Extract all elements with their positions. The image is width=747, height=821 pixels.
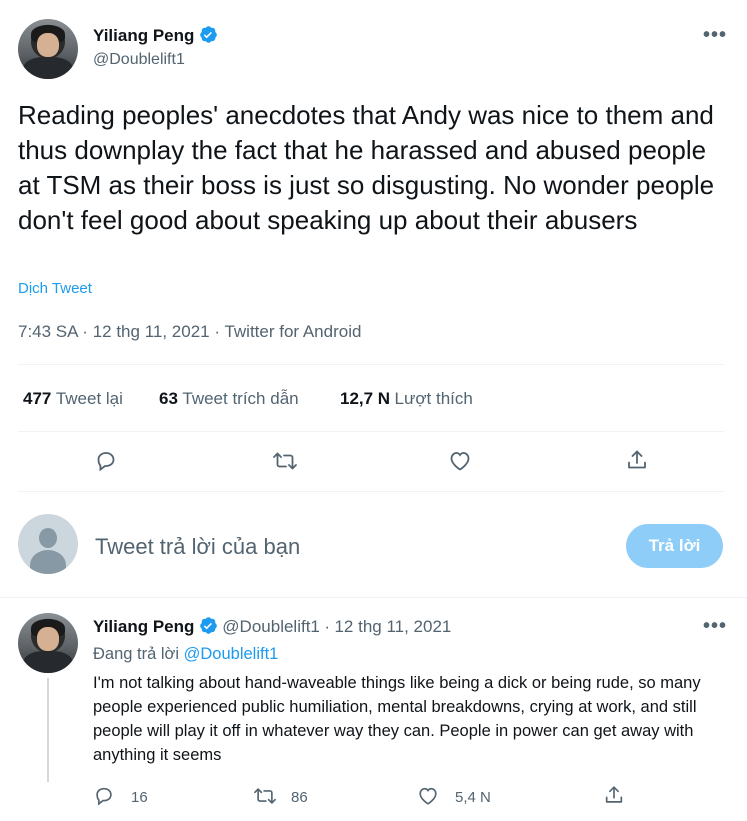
tweet-text: Reading peoples' anecdotes that Andy was… [18, 100, 715, 235]
retweets-stat[interactable]: 477 Tweet lại [23, 389, 123, 409]
like-count: 5,4 N [455, 789, 491, 806]
share-icon[interactable] [625, 448, 649, 472]
reply-more-options-icon[interactable]: ••• [703, 615, 727, 638]
divider [18, 491, 724, 492]
quotes-label: Tweet trích dẫn [182, 389, 299, 408]
tweet-source[interactable]: Twitter for Android [224, 322, 361, 341]
reply-header: Yiliang Peng @Doublelift1 · 12 thg 11, 2… [93, 616, 451, 637]
retweet-icon[interactable] [253, 785, 277, 807]
retweets-count: 477 [23, 389, 52, 408]
reply-icon[interactable] [94, 449, 118, 473]
verified-badge-icon [199, 25, 218, 44]
replying-prefix: Đang trả lời [93, 645, 180, 663]
likes-stat[interactable]: 12,7 N Lượt thích [340, 389, 473, 409]
meta-separator: · [82, 322, 88, 341]
author-avatar[interactable] [18, 19, 78, 79]
quotes-stat[interactable]: 63 Tweet trích dẫn [159, 389, 299, 409]
retweet-icon[interactable] [272, 449, 298, 473]
replying-to: Đang trả lời @Doublelift1 [93, 645, 278, 664]
reply-icon[interactable] [93, 785, 115, 807]
author-handle[interactable]: @Doublelift1 [93, 51, 185, 69]
retweet-count: 86 [291, 789, 308, 806]
quotes-count: 63 [159, 389, 178, 408]
replying-to-link[interactable]: @Doublelift1 [184, 645, 279, 663]
more-options-icon[interactable]: ••• [703, 24, 727, 47]
reply-author-handle[interactable]: @Doublelift1 [222, 617, 320, 636]
reply-button[interactable]: Trả lời [626, 524, 723, 568]
likes-label: Lượt thích [394, 389, 473, 408]
divider [18, 431, 724, 432]
reply-author-name[interactable]: Yiliang Peng [93, 617, 194, 636]
user-avatar-placeholder[interactable] [18, 514, 78, 574]
meta-separator: · [324, 617, 331, 636]
reply-text: I'm not talking about hand-waveable thin… [93, 674, 701, 764]
divider [18, 364, 724, 365]
likes-count: 12,7 N [340, 389, 391, 408]
author-name[interactable]: Yiliang Peng [93, 26, 194, 45]
reply-date[interactable]: 12 thg 11, 2021 [334, 617, 451, 636]
tweet-meta: 7:43 SA · 12 thg 11, 2021 · Twitter for … [18, 322, 361, 342]
reply-input[interactable]: Tweet trả lời của bạn [95, 534, 595, 560]
like-icon[interactable] [417, 785, 439, 807]
share-icon[interactable] [603, 784, 625, 806]
translate-link[interactable]: Dịch Tweet [18, 280, 92, 297]
tweet-time[interactable]: 7:43 SA [18, 322, 78, 341]
retweets-label: Tweet lại [55, 389, 123, 408]
meta-separator: · [214, 322, 221, 341]
verified-badge-icon [199, 616, 218, 635]
thread-line [47, 678, 49, 782]
section-separator [0, 597, 747, 598]
like-icon[interactable] [448, 449, 472, 473]
tweet-date[interactable]: 12 thg 11, 2021 [93, 322, 210, 341]
reply-author-avatar[interactable] [18, 613, 78, 673]
reply-count: 16 [131, 789, 148, 806]
author-name-row[interactable]: Yiliang Peng [93, 25, 218, 46]
